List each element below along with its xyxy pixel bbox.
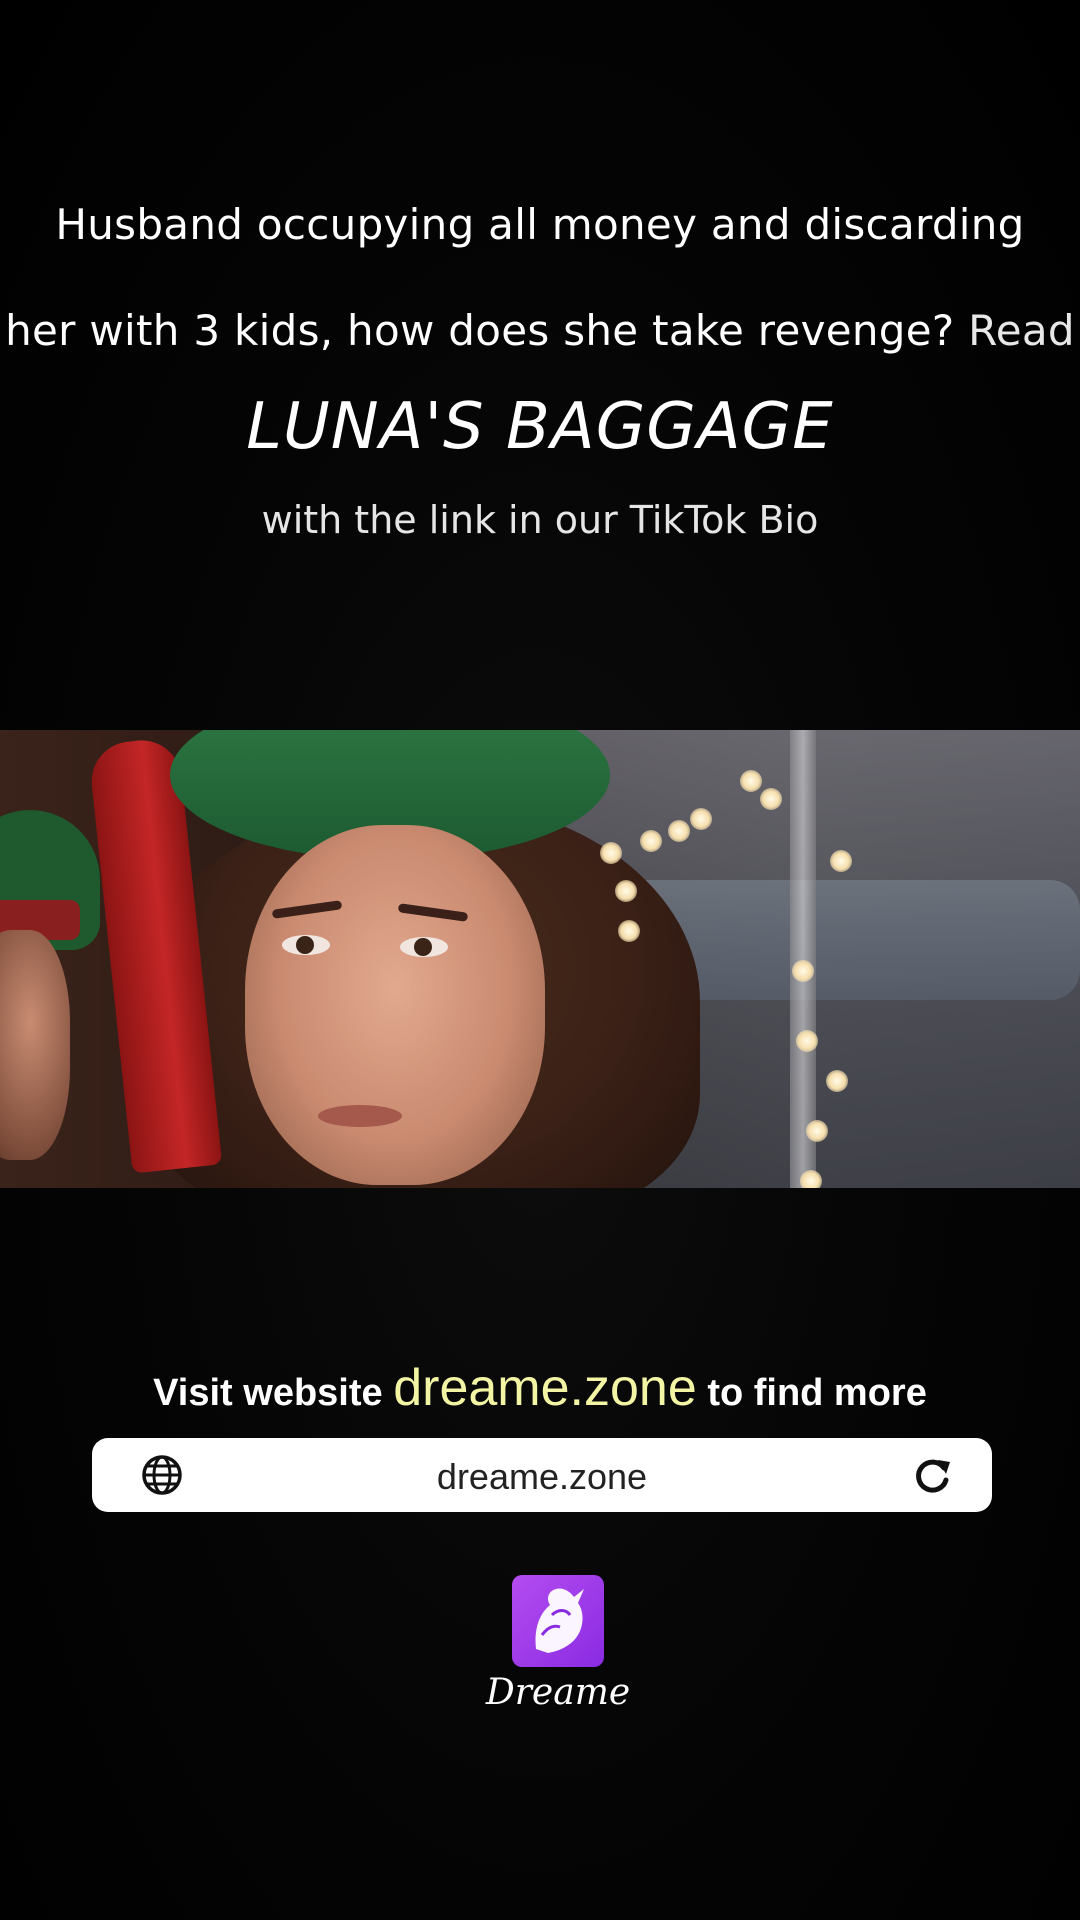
fairy-light	[792, 960, 814, 982]
fairy-light	[690, 808, 712, 830]
lips	[318, 1105, 402, 1127]
unicorn-logo-icon	[535, 1588, 584, 1653]
promo-domain[interactable]: dreame.zone	[393, 1359, 697, 1417]
visit-website-line: Visit website dreame.zone to find more	[0, 1358, 1080, 1418]
fairy-light	[618, 920, 640, 942]
headline-line-1: Husband occupying all money and discardi…	[55, 200, 1025, 249]
fairy-light	[796, 1030, 818, 1052]
fairy-light	[806, 1120, 828, 1142]
fairy-light	[800, 1170, 822, 1188]
right-eye	[400, 937, 448, 957]
address-bar[interactable]: dreame.zone	[92, 1438, 992, 1512]
fairy-light	[640, 830, 662, 852]
fairy-light	[830, 850, 852, 872]
visit-suffix: to find more	[707, 1372, 927, 1414]
fairy-light	[600, 842, 622, 864]
reload-icon[interactable]	[910, 1454, 954, 1498]
left-eye	[282, 935, 330, 955]
fairy-light	[760, 788, 782, 810]
brand-name: Dreame	[485, 1672, 631, 1713]
bio-link-note: with the link in our TikTok Bio	[261, 498, 819, 542]
fairy-light	[668, 820, 690, 842]
tiktok-ad-page: Husband occupying all money and discardi…	[0, 0, 1080, 1920]
background-pole	[790, 730, 816, 1188]
fairy-light	[826, 1070, 848, 1092]
fairy-light	[740, 770, 762, 792]
woman-face	[245, 825, 545, 1185]
fairy-light	[615, 880, 637, 902]
headline-question: her with 3 kids, how does she take reven…	[5, 306, 955, 355]
dreame-logo-icon[interactable]	[512, 1575, 604, 1667]
headline-line-2: her with 3 kids, how does she take reven…	[0, 306, 1080, 355]
read-label: Read	[968, 306, 1075, 355]
url-text[interactable]: dreame.zone	[92, 1456, 992, 1498]
side-face	[0, 930, 70, 1160]
video-frame[interactable]	[0, 730, 1080, 1188]
visit-prefix: Visit website	[153, 1372, 383, 1414]
book-title: LUNA'S BAGGAGE	[246, 390, 834, 464]
